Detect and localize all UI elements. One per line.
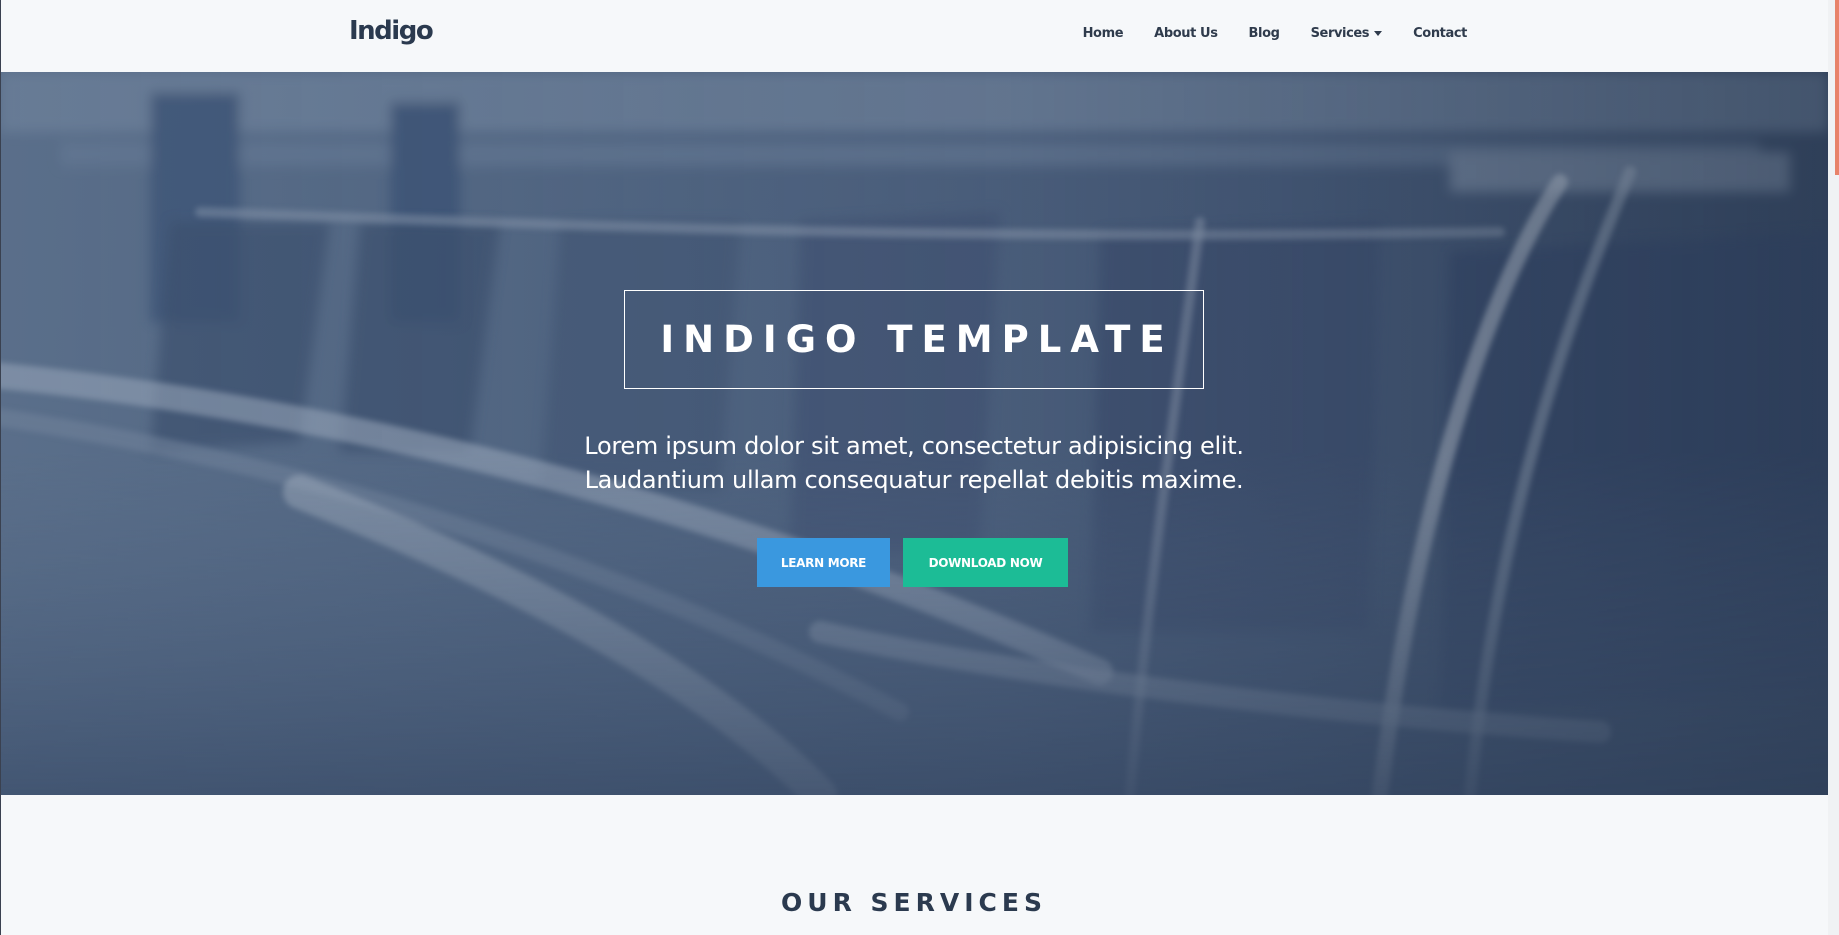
nav-contact-label: Contact (1413, 25, 1467, 41)
nav-contact[interactable]: Contact (1413, 26, 1467, 41)
nav-about-us[interactable]: About Us (1154, 25, 1218, 41)
hero-description: Lorem ipsum dolor sit amet, consectetur … (500, 429, 1328, 497)
hero-title-frame: INDIGO TEMPLATE (624, 290, 1204, 389)
main-nav: Home About Us Blog Services Contact (1083, 0, 1468, 66)
nav-home[interactable]: Home (1083, 26, 1124, 41)
hero-title: INDIGO TEMPLATE (660, 318, 1174, 361)
navbar: Indigo Home About Us Blog Services Conta… (0, 0, 1828, 72)
nav-services-label: Services (1310, 25, 1370, 41)
hero-description-line-2: Laudantium ullam consequatur repellat de… (584, 466, 1244, 494)
page-scrollbar[interactable] (1828, 0, 1839, 935)
brand-logo[interactable]: Indigo (349, 16, 434, 46)
nav-services-dropdown[interactable]: Services (1311, 26, 1383, 41)
services-heading: OUR SERVICES (781, 888, 1047, 917)
hero-buttons: LEARN MORE DOWNLOAD NOW (757, 538, 1068, 587)
hero-description-line-1: Lorem ipsum dolor sit amet, consectetur … (584, 432, 1244, 460)
hero-section: INDIGO TEMPLATE Lorem ipsum dolor sit am… (0, 72, 1828, 795)
nav-about-us-label: About Us (1154, 25, 1218, 41)
nav-blog[interactable]: Blog (1249, 26, 1280, 41)
scrollbar-thumb[interactable] (1835, 0, 1839, 175)
download-now-button[interactable]: DOWNLOAD NOW (903, 538, 1068, 587)
caret-down-icon (1374, 31, 1383, 36)
page: Indigo Home About Us Blog Services Conta… (0, 0, 1839, 935)
window-edge (0, 0, 1, 935)
nav-blog-label: Blog (1248, 25, 1280, 41)
nav-home-label: Home (1082, 25, 1124, 41)
learn-more-button[interactable]: LEARN MORE (757, 538, 890, 587)
